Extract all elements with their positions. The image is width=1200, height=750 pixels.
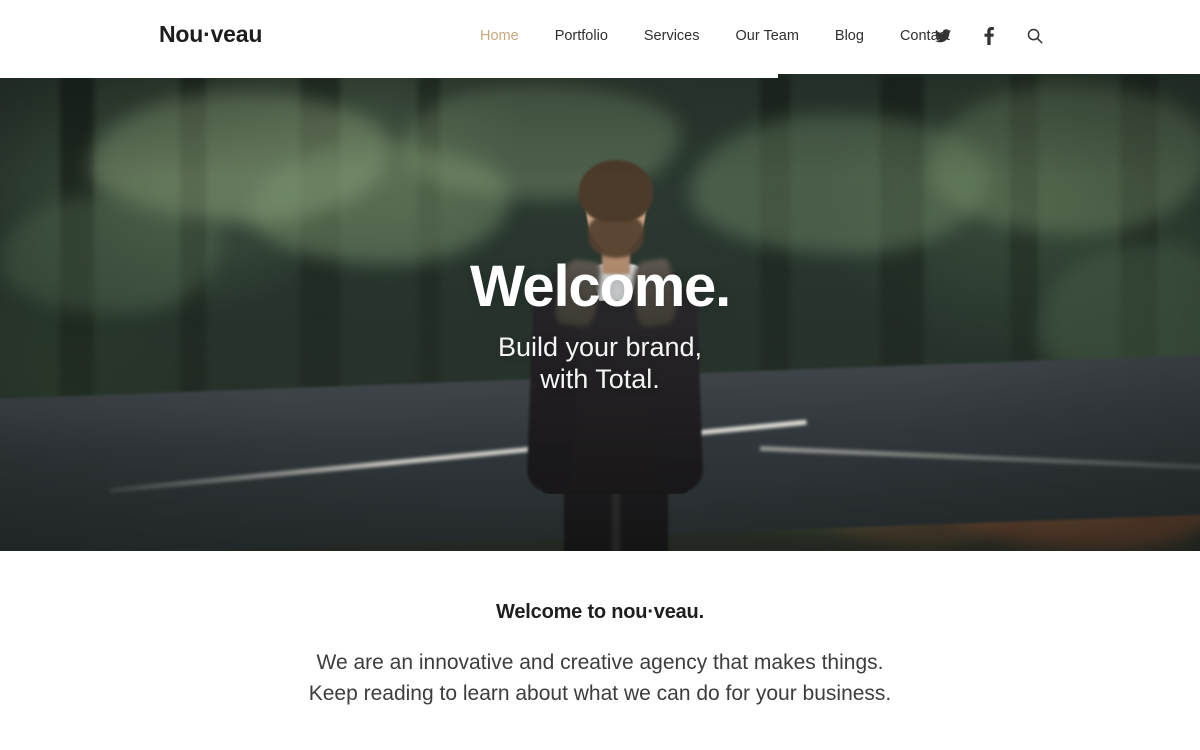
- nav-item-portfolio[interactable]: Portfolio: [537, 26, 626, 46]
- nav-item-home[interactable]: Home: [462, 26, 537, 46]
- hero-title: Welcome.: [469, 254, 731, 319]
- hero-subtitle-line-1: Build your brand,: [497, 331, 703, 362]
- header-accent-bar: [0, 74, 778, 78]
- hero-section: Welcome. Build your brand, with Total.: [0, 74, 1200, 551]
- nav-item-our-team[interactable]: Our Team: [718, 26, 817, 46]
- intro-paragraph: We are an innovative and creative agency…: [300, 647, 900, 709]
- site-header: Nou·veau Home Portfolio Services Our Tea…: [0, 0, 1200, 74]
- facebook-icon[interactable]: [966, 24, 1012, 48]
- main-navigation: Home Portfolio Services Our Team Blog Co…: [462, 26, 968, 46]
- search-icon[interactable]: [1012, 24, 1058, 48]
- intro-title: Welcome to nou·veau.: [496, 601, 704, 623]
- site-logo[interactable]: Nou·veau: [159, 23, 262, 46]
- hero-subtitle: Build your brand, with Total.: [0, 331, 1200, 396]
- header-social-icons: [920, 24, 1058, 48]
- intro-section: Welcome to nou·veau. We are an innovativ…: [0, 551, 1200, 710]
- twitter-icon[interactable]: [920, 24, 966, 48]
- nav-item-services[interactable]: Services: [626, 26, 718, 46]
- intro-paragraph-line-2: reading to learn about what we can do fo…: [363, 682, 892, 706]
- nav-item-blog[interactable]: Blog: [817, 26, 882, 46]
- hero-copy: Welcome. Build your brand, with Total.: [0, 254, 1200, 396]
- hero-subtitle-line-2: with Total.: [540, 364, 660, 395]
- page-root: Nou·veau Home Portfolio Services Our Tea…: [0, 0, 1200, 750]
